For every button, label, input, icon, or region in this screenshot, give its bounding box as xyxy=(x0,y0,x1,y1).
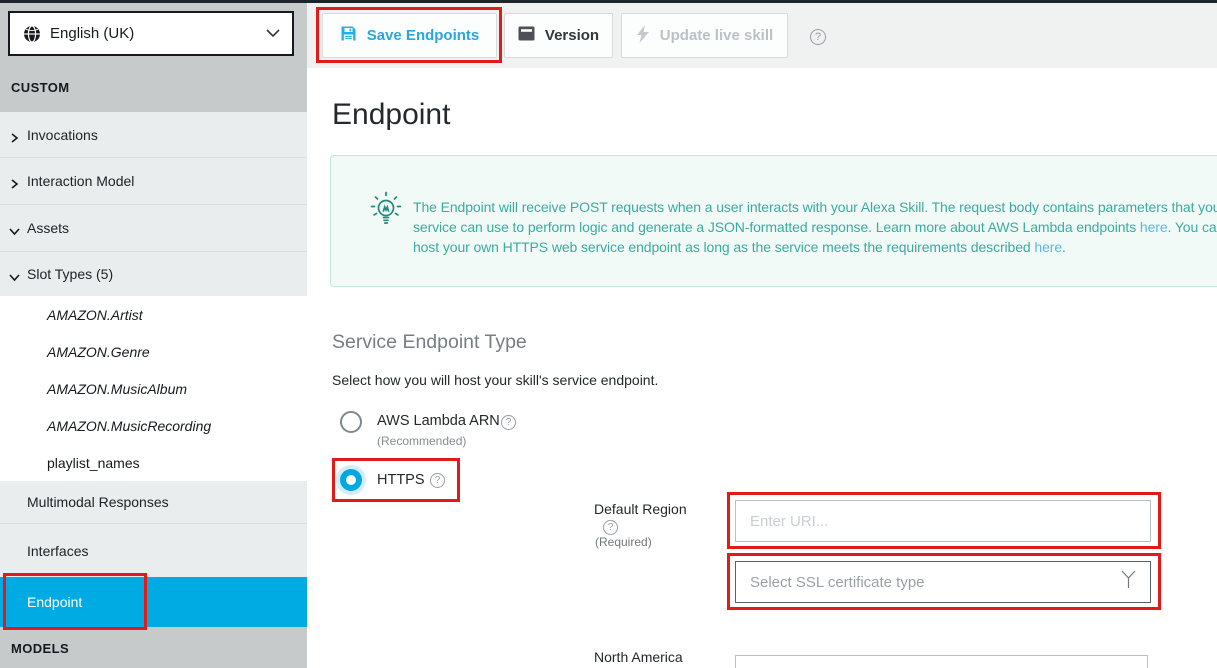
info-line3-text: host your own HTTPS web service endpoint… xyxy=(413,239,1034,255)
ssl-certificate-select[interactable]: Select SSL certificate type xyxy=(735,561,1151,603)
aws-lambda-help-icon[interactable]: ? xyxy=(501,415,516,430)
slot-type-label: AMAZON.Genre xyxy=(47,344,150,360)
sidebar-item-multimodal-responses[interactable]: Multimodal Responses xyxy=(0,481,307,524)
uri-input[interactable] xyxy=(735,500,1151,542)
info-line2-text-post: . You can xyxy=(1168,219,1217,235)
sidebar-item-assets[interactable]: Assets xyxy=(0,205,307,252)
sidebar-item-label: Interfaces xyxy=(27,543,88,559)
select-caret-icon xyxy=(1121,570,1136,594)
sidebar-item-interaction-model[interactable]: Interaction Model xyxy=(0,158,307,205)
toolbar-help-icon[interactable]: ? xyxy=(810,29,826,45)
sidebar-item-label: Slot Types (5) xyxy=(27,266,113,282)
save-icon xyxy=(340,25,357,46)
update-live-skill-label: Update live skill xyxy=(660,27,773,44)
sidebar-slot-type-amazon-musicalbum[interactable]: AMAZON.MusicAlbum xyxy=(0,370,307,407)
sidebar: English (UK) CUSTOM Invocations Interact… xyxy=(0,3,307,668)
info-line1: The Endpoint will receive POST requests … xyxy=(413,199,1217,215)
help-glyph: ? xyxy=(608,523,614,533)
custom-section-header: CUSTOM xyxy=(11,80,70,95)
slot-type-label: AMAZON.Artist xyxy=(47,307,143,323)
help-glyph: ? xyxy=(435,476,441,486)
sidebar-item-endpoint[interactable]: Endpoint xyxy=(0,577,307,627)
sidebar-slot-type-amazon-genre[interactable]: AMAZON.Genre xyxy=(0,333,307,370)
info-banner-text: The Endpoint will receive POST requests … xyxy=(413,197,1217,257)
version-button[interactable]: Version xyxy=(504,13,613,58)
toolbar: Save Endpoints Version Update live skill… xyxy=(307,3,1217,68)
models-section-header: MODELS xyxy=(11,641,69,656)
chevron-down-icon xyxy=(9,223,20,239)
sidebar-models-section: MODELS xyxy=(0,627,307,668)
default-region-label: Default Region xyxy=(594,501,687,517)
north-america-label: North America xyxy=(594,649,683,665)
help-glyph: ? xyxy=(815,32,821,43)
lightning-icon xyxy=(636,25,650,47)
info-line2-text: service can use to perform logic and gen… xyxy=(413,219,1140,235)
sidebar-slot-type-playlist-names[interactable]: playlist_names xyxy=(0,444,307,481)
https-help-icon[interactable]: ? xyxy=(430,473,445,488)
sidebar-item-label: Multimodal Responses xyxy=(27,494,169,510)
slot-type-label: playlist_names xyxy=(47,455,140,471)
sidebar-language-section: English (UK) CUSTOM xyxy=(0,3,307,112)
service-endpoint-type-heading: Service Endpoint Type xyxy=(332,331,527,354)
save-endpoints-button[interactable]: Save Endpoints xyxy=(322,13,497,58)
sidebar-item-label: Endpoint xyxy=(27,594,82,610)
sidebar-item-label: Assets xyxy=(27,220,69,236)
aws-lambda-arn-label[interactable]: AWS Lambda ARN xyxy=(377,413,500,429)
slot-type-label: AMAZON.MusicRecording xyxy=(47,418,211,434)
save-endpoints-label: Save Endpoints xyxy=(367,27,480,44)
slot-type-label: AMAZON.MusicAlbum xyxy=(47,381,187,397)
sidebar-slot-type-amazon-artist[interactable]: AMAZON.Artist xyxy=(0,296,307,333)
chevron-down-icon xyxy=(9,269,20,285)
sidebar-item-label: Invocations xyxy=(27,127,98,143)
chevron-down-icon xyxy=(266,25,280,43)
sidebar-item-invocations[interactable]: Invocations xyxy=(0,112,307,158)
https-radio[interactable] xyxy=(340,469,362,491)
service-endpoint-type-subheading: Select how you will host your skill's se… xyxy=(332,372,658,388)
aws-lambda-arn-radio[interactable] xyxy=(340,411,362,433)
chevron-right-icon xyxy=(9,176,19,192)
version-archive-icon xyxy=(518,26,535,45)
sidebar-item-slot-types[interactable]: Slot Types (5) xyxy=(0,252,307,296)
recommended-note: (Recommended) xyxy=(377,434,466,448)
version-label: Version xyxy=(545,27,599,44)
lightbulb-icon xyxy=(367,191,405,236)
default-region-help-icon[interactable]: ? xyxy=(603,520,618,535)
info-banner: The Endpoint will receive POST requests … xyxy=(330,155,1217,287)
lambda-endpoints-here-link[interactable]: here xyxy=(1140,219,1168,235)
sidebar-slot-type-amazon-musicrecording[interactable]: AMAZON.MusicRecording xyxy=(0,407,307,444)
requirements-here-link[interactable]: here xyxy=(1034,239,1062,255)
north-america-input[interactable] xyxy=(735,655,1148,668)
required-note: (Required) xyxy=(595,535,652,549)
chevron-right-icon xyxy=(9,130,19,146)
update-live-skill-button: Update live skill xyxy=(621,13,788,58)
app-screen: English (UK) CUSTOM Invocations Interact… xyxy=(0,0,1217,668)
info-line3-text-post: . xyxy=(1062,239,1066,255)
language-selector[interactable]: English (UK) xyxy=(8,11,294,56)
page-title: Endpoint xyxy=(332,98,450,132)
globe-icon xyxy=(23,25,41,43)
https-label[interactable]: HTTPS xyxy=(377,472,425,488)
help-glyph: ? xyxy=(506,418,512,428)
sidebar-item-label: Interaction Model xyxy=(27,173,134,189)
language-label: English (UK) xyxy=(50,25,266,42)
ssl-certificate-placeholder: Select SSL certificate type xyxy=(750,574,1121,591)
sidebar-item-interfaces[interactable]: Interfaces xyxy=(0,524,307,577)
